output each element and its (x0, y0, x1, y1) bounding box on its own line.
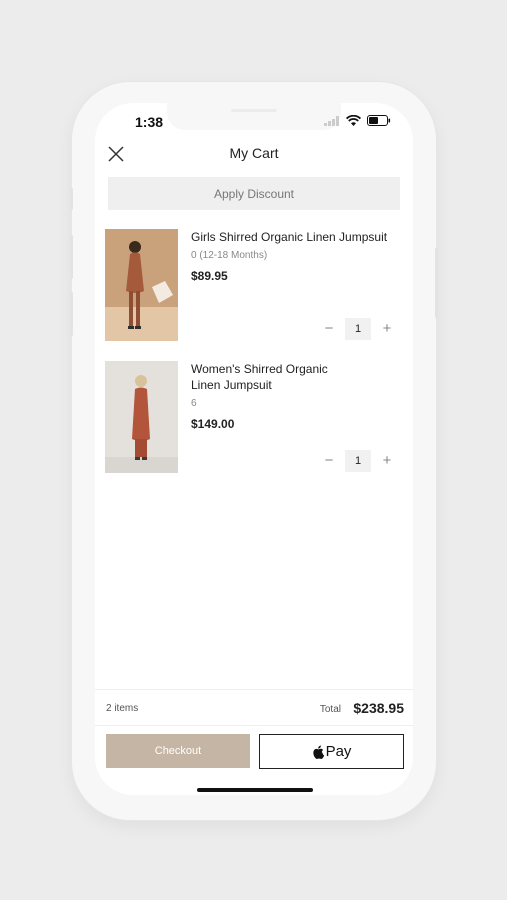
battery-icon (367, 115, 391, 126)
product-variant: 6 (191, 398, 197, 409)
checkout-button[interactable]: Checkout (106, 734, 250, 768)
increase-quantity-button[interactable]: + (377, 319, 397, 339)
notch (167, 103, 341, 130)
apple-pay-button[interactable]: Pay (259, 734, 404, 769)
cart-summary: 2 items Total $238.95 (95, 689, 413, 726)
total-label: Total (319, 704, 341, 715)
wifi-icon (346, 115, 361, 126)
apple-pay-label: Pay (325, 743, 352, 760)
app-screen: 1:38 My Cart Apply Discount Girls Shirre… (95, 103, 413, 795)
apple-logo-icon (312, 745, 324, 759)
quantity-stepper: − 1 + (319, 318, 397, 340)
product-image[interactable] (105, 361, 178, 473)
decrease-quantity-button[interactable]: − (319, 451, 339, 471)
phone-power-button (435, 248, 438, 318)
phone-mute-switch (70, 188, 73, 210)
product-name[interactable]: Girls Shirred Organic Linen Jumpsuit (191, 229, 413, 245)
product-image[interactable] (105, 229, 178, 341)
item-count: 2 items (106, 703, 139, 714)
product-variant: 0 (12-18 Months) (191, 250, 268, 261)
product-info: Women's Shirred Organic Linen Jumpsuit 6… (191, 361, 351, 432)
increase-quantity-button[interactable]: + (377, 451, 397, 471)
status-time: 1:38 (135, 114, 164, 130)
cart-item: Women's Shirred Organic Linen Jumpsuit 6… (105, 361, 411, 485)
checkout-label: Checkout (154, 745, 202, 757)
cart-item: Girls Shirred Organic Linen Jumpsuit 0 (… (105, 229, 411, 351)
product-name[interactable]: Women's Shirred Organic Linen Jumpsuit (191, 361, 351, 393)
page-title: My Cart (229, 145, 279, 161)
phone-volume-down (70, 292, 73, 336)
total-value: $238.95 (353, 700, 404, 716)
phone-volume-up (70, 235, 73, 279)
product-price: $149.00 (191, 417, 235, 431)
apply-discount-label: Apply Discount (213, 186, 295, 201)
product-price: $89.95 (191, 269, 228, 283)
decrease-quantity-button[interactable]: − (319, 319, 339, 339)
product-info: Girls Shirred Organic Linen Jumpsuit 0 (… (191, 229, 413, 284)
status-icons (324, 115, 391, 126)
apply-discount-button[interactable]: Apply Discount (108, 177, 400, 210)
quantity-stepper: − 1 + (319, 450, 397, 472)
quantity-value: 1 (345, 318, 371, 340)
signal-icon (324, 115, 339, 126)
home-indicator[interactable] (197, 788, 313, 792)
quantity-value: 1 (345, 450, 371, 472)
